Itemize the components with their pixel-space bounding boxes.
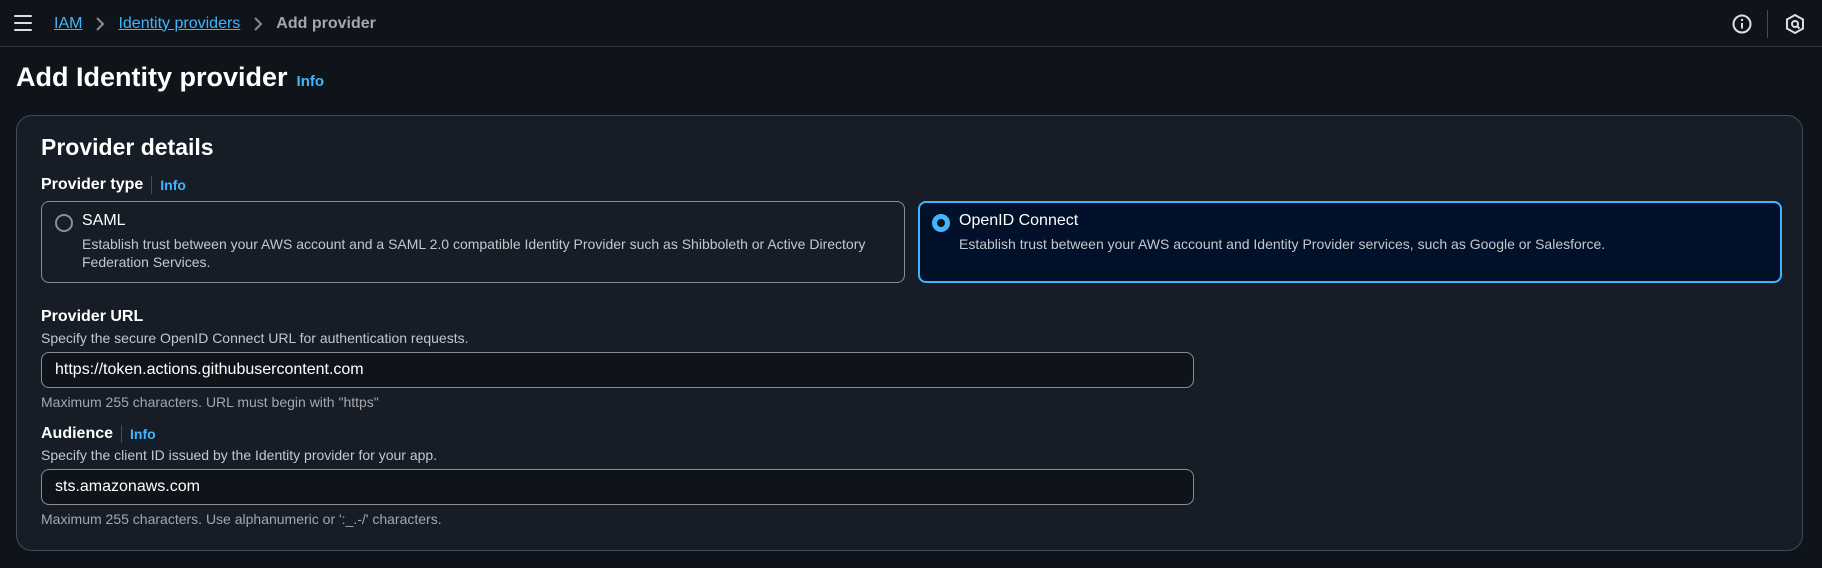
provider-type-info-link[interactable]: Info [160,177,186,193]
chevron-right-icon [95,16,105,31]
audience-input[interactable] [41,469,1194,505]
openid-connect-option-tile[interactable]: OpenID Connect Establish trust between y… [918,201,1782,283]
hexagon-status-icon[interactable] [1784,13,1806,35]
audience-description: Specify the client ID issued by the Iden… [41,447,438,463]
label-divider [121,425,123,443]
saml-option-description: Establish trust between your AWS account… [82,236,866,270]
provider-url-description: Specify the secure OpenID Connect URL fo… [41,330,469,346]
saml-radio-button[interactable] [55,214,73,232]
audience-label-text: Audience [41,425,114,442]
audience-info-link[interactable]: Info [130,426,156,442]
openid-connect-option-description: Establish trust between your AWS account… [959,236,1606,252]
provider-type-label-text: Provider type [41,176,144,193]
toolbar-divider [1767,10,1768,38]
info-circle-icon[interactable] [1731,13,1753,35]
audience-label: Audience Info [41,425,156,443]
provider-type-label: Provider type Info [41,176,186,194]
openid-connect-option-title: OpenID Connect [959,212,1079,229]
page-title: Add Identity provider Info [16,62,324,93]
saml-option-title: SAML [82,212,126,229]
panel-title: Provider details [41,134,214,160]
provider-url-input[interactable] [41,352,1194,388]
audience-hint: Maximum 255 characters. Use alphanumeric… [41,511,442,527]
page-title-text: Add Identity provider [16,62,288,92]
hamburger-menu-icon[interactable] [14,15,32,31]
saml-option-tile[interactable]: SAML Establish trust between your AWS ac… [41,201,905,283]
provider-url-hint: Maximum 255 characters. URL must begin w… [41,394,379,410]
breadcrumb-iam-link[interactable]: IAM [54,15,82,33]
page-info-link[interactable]: Info [297,73,325,90]
breadcrumb: IAM Identity providers Add provider [54,0,376,47]
provider-details-panel: Provider details Provider type Info SAML… [16,115,1803,551]
top-navigation-bar: IAM Identity providers Add provider [0,0,1822,47]
provider-url-label: Provider URL [41,308,144,325]
chevron-right-icon [253,16,263,31]
breadcrumb-identity-providers-link[interactable]: Identity providers [118,15,240,33]
label-divider [151,176,153,194]
openid-connect-radio-button[interactable] [932,214,950,232]
breadcrumb-current: Add provider [276,14,376,32]
